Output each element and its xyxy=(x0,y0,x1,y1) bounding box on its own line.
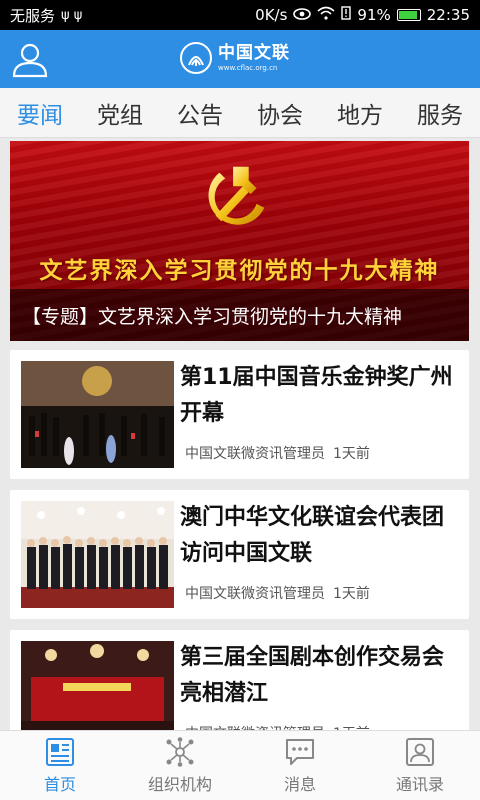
news-card[interactable]: 第11届中国音乐金钟奖广州开幕 中国文联微资讯管理员 1天前 xyxy=(10,350,469,479)
user-avatar-icon[interactable] xyxy=(11,40,49,78)
tab-associations[interactable]: 协会 xyxy=(253,90,307,136)
tab-local[interactable]: 地方 xyxy=(333,90,387,136)
status-bar: 无服务 ψ ψ 0K/s 91% 22:35 xyxy=(0,0,480,30)
tab-party-group[interactable]: 党组 xyxy=(93,90,147,136)
logo-name: 中国文联 xyxy=(218,42,290,63)
logo-url: www.cflac.org.cn xyxy=(218,63,278,72)
news-author: 中国文联微资讯管理员 xyxy=(185,446,325,462)
nav-messages-label: 消息 xyxy=(283,774,316,794)
party-emblem-icon xyxy=(208,166,265,225)
news-thumbnail xyxy=(21,501,174,608)
nav-organization[interactable]: 组织机构 xyxy=(120,736,240,795)
message-icon xyxy=(286,738,314,765)
news-title: 澳门中华文化联谊会代表团访问中国文联 xyxy=(180,505,445,566)
cflac-logo-icon xyxy=(180,42,212,74)
tab-announcements[interactable]: 公告 xyxy=(173,90,227,136)
news-time: 1天前 xyxy=(333,586,370,602)
battery-icon xyxy=(396,9,421,21)
news-thumbnail xyxy=(21,361,174,468)
banner-slogan: 文艺界深入学习贯彻党的十九大精神 xyxy=(39,258,440,284)
news-time: 1天前 xyxy=(333,446,370,462)
eye-icon xyxy=(293,6,312,24)
contacts-icon xyxy=(406,737,434,766)
battery-percent: 91% xyxy=(357,6,391,24)
nav-contacts-label: 通讯录 xyxy=(395,774,444,794)
network-speed: 0K/s xyxy=(255,6,288,24)
nav-messages[interactable]: 消息 xyxy=(240,737,360,795)
bottom-nav: 首页 组织机构 消息 通讯录 xyxy=(0,730,480,800)
app-header: 中国文联 www.cflac.org.cn xyxy=(0,30,480,88)
news-title: 第三届全国剧本创作交易会亮相潜江 xyxy=(180,645,445,706)
nav-home[interactable]: 首页 xyxy=(0,737,120,795)
app-logo: 中国文联 www.cflac.org.cn xyxy=(180,42,290,74)
banner-caption[interactable]: 【专题】文艺界深入学习贯彻党的十九大精神 xyxy=(10,289,469,341)
nav-contacts[interactable]: 通讯录 xyxy=(360,737,480,795)
org-icon xyxy=(166,736,194,767)
news-card[interactable]: 澳门中华文化联谊会代表团访问中国文联 中国文联微资讯管理员 1天前 xyxy=(10,490,469,619)
home-icon xyxy=(46,737,74,766)
nav-organization-label: 组织机构 xyxy=(147,774,212,794)
news-title: 第11届中国音乐金钟奖广州开幕 xyxy=(180,365,453,426)
featured-banner[interactable]: 文艺界深入学习贯彻党的十九大精神 【专题】文艺界深入学习贯彻党的十九大精神 xyxy=(10,141,469,341)
nav-home-label: 首页 xyxy=(43,774,76,794)
wifi-icon xyxy=(317,6,335,24)
news-author: 中国文联微资讯管理员 xyxy=(185,586,325,602)
clock: 22:35 xyxy=(426,6,470,24)
tab-news[interactable]: 要闻 xyxy=(13,90,67,136)
usb-icon: ψ ψ xyxy=(61,7,83,23)
carrier-label: 无服务 xyxy=(10,6,56,25)
alert-icon xyxy=(341,6,352,24)
category-tabs: 要闻 党组 公告 协会 地方 服务 xyxy=(0,88,480,138)
tab-services[interactable]: 服务 xyxy=(413,90,467,136)
